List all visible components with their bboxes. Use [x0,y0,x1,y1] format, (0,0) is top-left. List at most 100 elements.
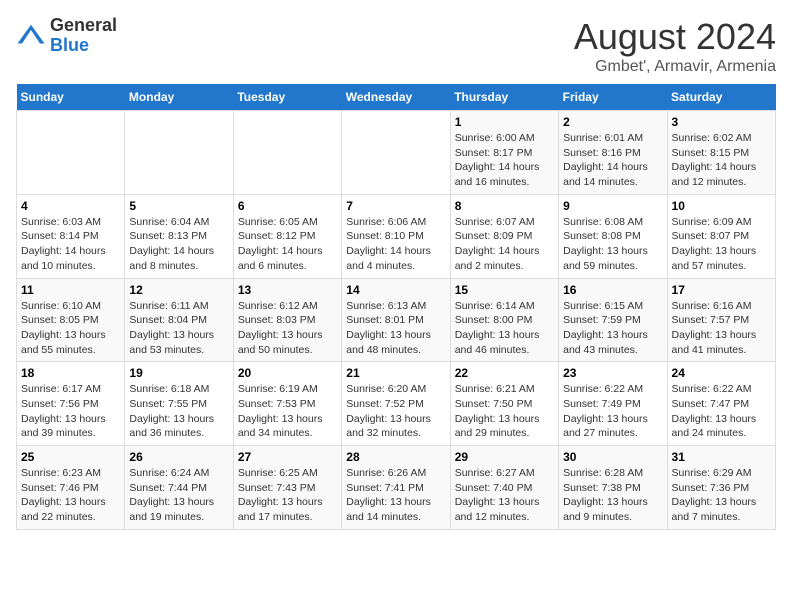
day-info: Sunrise: 6:18 AM Sunset: 7:55 PM Dayligh… [129,382,228,441]
logo-blue-text: Blue [50,36,117,56]
day-info: Sunrise: 6:09 AM Sunset: 8:07 PM Dayligh… [672,215,771,274]
day-header-thursday: Thursday [450,84,558,111]
day-info: Sunrise: 6:05 AM Sunset: 8:12 PM Dayligh… [238,215,337,274]
day-number: 4 [21,199,120,213]
day-info: Sunrise: 6:12 AM Sunset: 8:03 PM Dayligh… [238,299,337,358]
day-number: 5 [129,199,228,213]
day-info: Sunrise: 6:07 AM Sunset: 8:09 PM Dayligh… [455,215,554,274]
day-info: Sunrise: 6:23 AM Sunset: 7:46 PM Dayligh… [21,466,120,525]
calendar-cell: 29 Sunrise: 6:27 AM Sunset: 7:40 PM Dayli… [450,446,558,530]
day-info: Sunrise: 6:21 AM Sunset: 7:50 PM Dayligh… [455,382,554,441]
day-number: 26 [129,450,228,464]
day-number: 6 [238,199,337,213]
calendar-cell: 11Sunrise: 6:10 AM Sunset: 8:05 PM Dayli… [17,278,125,362]
header-row: SundayMondayTuesdayWednesdayThursdayFrid… [17,84,776,111]
day-number: 28 [346,450,445,464]
subtitle: Gmbet', Armavir, Armenia [574,58,776,76]
day-info: Sunrise: 6:02 AM Sunset: 8:15 PM Dayligh… [672,131,771,190]
week-row-1: 1 Sunrise: 6:00 AM Sunset: 8:17 PM Daylig… [17,111,776,195]
day-info: Sunrise: 6:13 AM Sunset: 8:01 PM Dayligh… [346,299,445,358]
calendar-cell: 5 Sunrise: 6:04 AM Sunset: 8:13 PM Daylig… [125,194,233,278]
week-row-4: 18Sunrise: 6:17 AM Sunset: 7:56 PM Dayli… [17,362,776,446]
day-info: Sunrise: 6:14 AM Sunset: 8:00 PM Dayligh… [455,299,554,358]
day-number: 9 [563,199,662,213]
day-info: Sunrise: 6:00 AM Sunset: 8:17 PM Dayligh… [455,131,554,190]
calendar-cell [342,111,450,195]
day-header-sunday: Sunday [17,84,125,111]
day-number: 1 [455,115,554,129]
day-info: Sunrise: 6:22 AM Sunset: 7:47 PM Dayligh… [672,382,771,441]
day-number: 19 [129,366,228,380]
day-number: 7 [346,199,445,213]
day-info: Sunrise: 6:01 AM Sunset: 8:16 PM Dayligh… [563,131,662,190]
day-info: Sunrise: 6:29 AM Sunset: 7:36 PM Dayligh… [672,466,771,525]
day-info: Sunrise: 6:08 AM Sunset: 8:08 PM Dayligh… [563,215,662,274]
day-info: Sunrise: 6:03 AM Sunset: 8:14 PM Dayligh… [21,215,120,274]
day-info: Sunrise: 6:26 AM Sunset: 7:41 PM Dayligh… [346,466,445,525]
day-number: 24 [672,366,771,380]
calendar-cell: 30 Sunrise: 6:28 AM Sunset: 7:38 PM Dayli… [559,446,667,530]
day-header-saturday: Saturday [667,84,775,111]
calendar-cell [125,111,233,195]
calendar-cell: 7 Sunrise: 6:06 AM Sunset: 8:10 PM Daylig… [342,194,450,278]
day-number: 18 [21,366,120,380]
day-header-wednesday: Wednesday [342,84,450,111]
main-title: August 2024 [574,16,776,58]
week-row-2: 4 Sunrise: 6:03 AM Sunset: 8:14 PM Daylig… [17,194,776,278]
calendar-cell: 31 Sunrise: 6:29 AM Sunset: 7:36 PM Dayli… [667,446,775,530]
day-info: Sunrise: 6:24 AM Sunset: 7:44 PM Dayligh… [129,466,228,525]
day-info: Sunrise: 6:06 AM Sunset: 8:10 PM Dayligh… [346,215,445,274]
week-row-3: 11Sunrise: 6:10 AM Sunset: 8:05 PM Dayli… [17,278,776,362]
day-info: Sunrise: 6:27 AM Sunset: 7:40 PM Dayligh… [455,466,554,525]
calendar-cell: 15 Sunrise: 6:14 AM Sunset: 8:00 PM Dayli… [450,278,558,362]
logo: General Blue [16,16,117,56]
calendar-header: SundayMondayTuesdayWednesdayThursdayFrid… [17,84,776,111]
day-number: 21 [346,366,445,380]
calendar-cell: 9 Sunrise: 6:08 AM Sunset: 8:08 PM Daylig… [559,194,667,278]
day-info: Sunrise: 6:04 AM Sunset: 8:13 PM Dayligh… [129,215,228,274]
day-info: Sunrise: 6:20 AM Sunset: 7:52 PM Dayligh… [346,382,445,441]
day-number: 14 [346,283,445,297]
day-number: 13 [238,283,337,297]
day-info: Sunrise: 6:11 AM Sunset: 8:04 PM Dayligh… [129,299,228,358]
calendar-cell: 28 Sunrise: 6:26 AM Sunset: 7:41 PM Dayli… [342,446,450,530]
title-area: August 2024 Gmbet', Armavir, Armenia [574,16,776,76]
day-number: 31 [672,450,771,464]
day-info: Sunrise: 6:25 AM Sunset: 7:43 PM Dayligh… [238,466,337,525]
day-number: 15 [455,283,554,297]
day-info: Sunrise: 6:28 AM Sunset: 7:38 PM Dayligh… [563,466,662,525]
calendar-cell: 3Sunrise: 6:02 AM Sunset: 8:15 PM Daylig… [667,111,775,195]
day-number: 30 [563,450,662,464]
calendar-cell: 23 Sunrise: 6:22 AM Sunset: 7:49 PM Dayli… [559,362,667,446]
day-number: 2 [563,115,662,129]
calendar-cell: 27Sunrise: 6:25 AM Sunset: 7:43 PM Dayli… [233,446,341,530]
calendar-cell: 1 Sunrise: 6:00 AM Sunset: 8:17 PM Daylig… [450,111,558,195]
day-number: 20 [238,366,337,380]
calendar-cell: 18Sunrise: 6:17 AM Sunset: 7:56 PM Dayli… [17,362,125,446]
calendar-cell: 16Sunrise: 6:15 AM Sunset: 7:59 PM Dayli… [559,278,667,362]
day-info: Sunrise: 6:22 AM Sunset: 7:49 PM Dayligh… [563,382,662,441]
day-number: 17 [672,283,771,297]
calendar-cell: 19 Sunrise: 6:18 AM Sunset: 7:55 PM Dayli… [125,362,233,446]
calendar-cell: 26 Sunrise: 6:24 AM Sunset: 7:44 PM Dayli… [125,446,233,530]
calendar-cell: 8Sunrise: 6:07 AM Sunset: 8:09 PM Daylig… [450,194,558,278]
day-number: 29 [455,450,554,464]
calendar-cell: 4 Sunrise: 6:03 AM Sunset: 8:14 PM Daylig… [17,194,125,278]
day-info: Sunrise: 6:10 AM Sunset: 8:05 PM Dayligh… [21,299,120,358]
calendar-cell: 20 Sunrise: 6:19 AM Sunset: 7:53 PM Dayli… [233,362,341,446]
day-number: 23 [563,366,662,380]
calendar-table: SundayMondayTuesdayWednesdayThursdayFrid… [16,84,776,530]
calendar-body: 1 Sunrise: 6:00 AM Sunset: 8:17 PM Daylig… [17,111,776,530]
calendar-cell: 21 Sunrise: 6:20 AM Sunset: 7:52 PM Dayli… [342,362,450,446]
calendar-cell: 2 Sunrise: 6:01 AM Sunset: 8:16 PM Daylig… [559,111,667,195]
calendar-cell: 10Sunrise: 6:09 AM Sunset: 8:07 PM Dayli… [667,194,775,278]
logo-general-text: General [50,16,117,36]
calendar-cell: 17Sunrise: 6:16 AM Sunset: 7:57 PM Dayli… [667,278,775,362]
week-row-5: 25Sunrise: 6:23 AM Sunset: 7:46 PM Dayli… [17,446,776,530]
calendar-cell [233,111,341,195]
logo-text: General Blue [50,16,117,56]
calendar-cell: 6 Sunrise: 6:05 AM Sunset: 8:12 PM Daylig… [233,194,341,278]
calendar-cell: 12Sunrise: 6:11 AM Sunset: 8:04 PM Dayli… [125,278,233,362]
day-info: Sunrise: 6:19 AM Sunset: 7:53 PM Dayligh… [238,382,337,441]
day-header-tuesday: Tuesday [233,84,341,111]
